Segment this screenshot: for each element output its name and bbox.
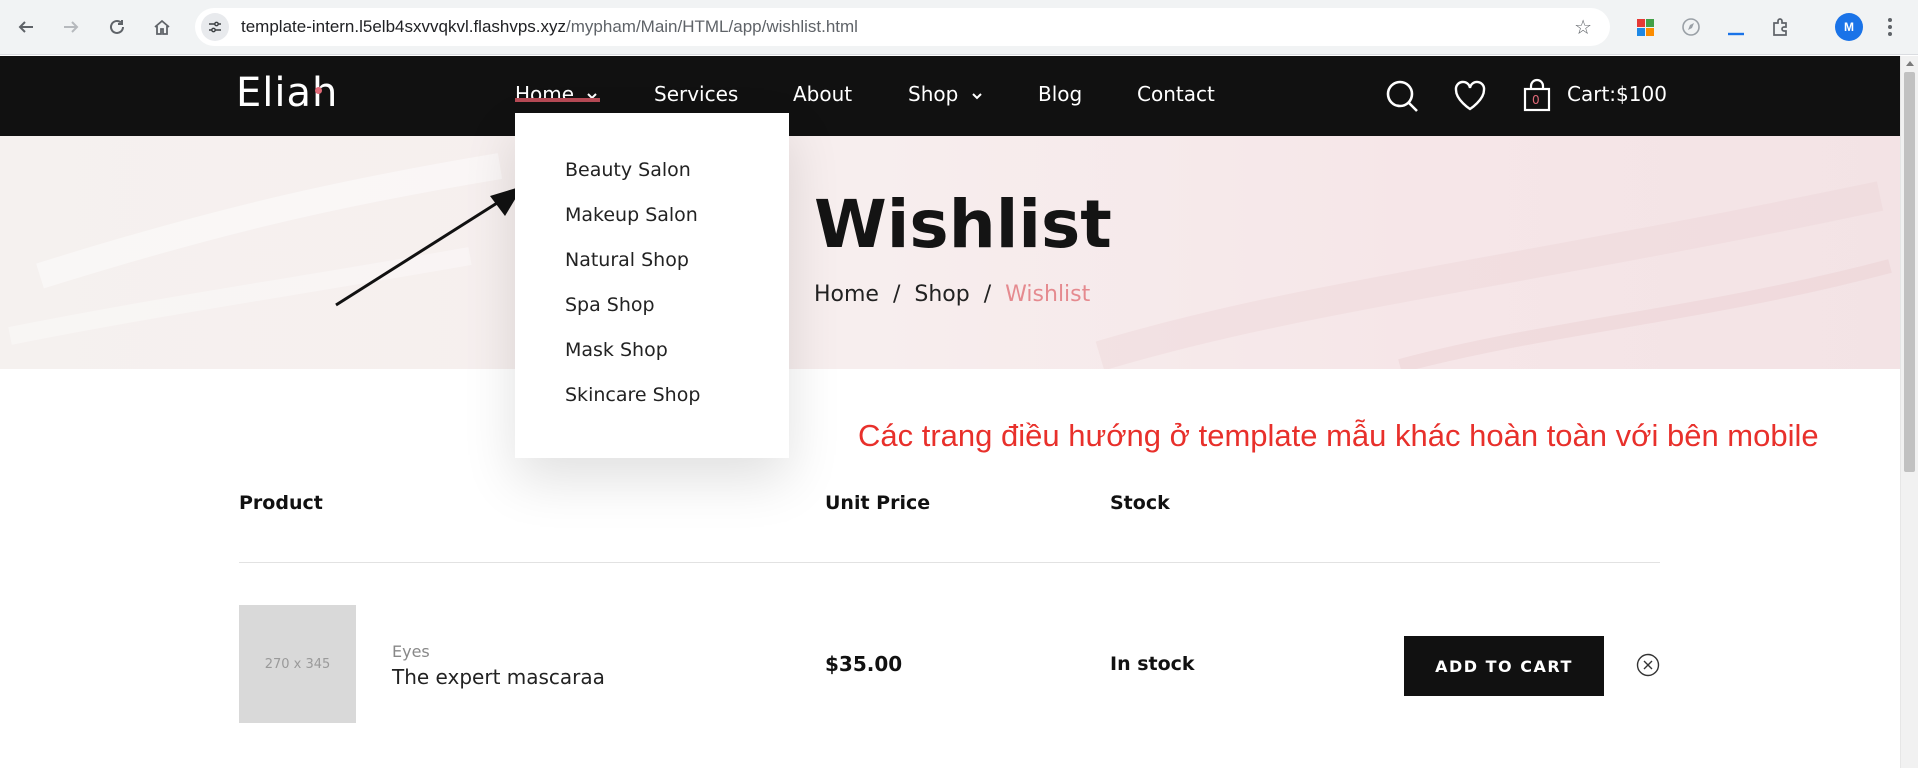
bookmark-star-icon[interactable]: ☆ bbox=[1574, 15, 1592, 39]
stock-status: In stock bbox=[1110, 653, 1195, 675]
chevron-down-icon bbox=[971, 93, 982, 100]
compass-extension-icon[interactable] bbox=[1677, 13, 1705, 41]
forward-icon[interactable] bbox=[57, 13, 85, 41]
product-name[interactable]: The expert mascaraa bbox=[392, 665, 605, 689]
column-header-unit-price: Unit Price bbox=[825, 492, 931, 514]
site-header: Eliah Home Services About Shop Blog Cont… bbox=[0, 56, 1900, 136]
column-header-product: Product bbox=[239, 492, 323, 514]
scroll-thumb[interactable] bbox=[1904, 72, 1915, 472]
product-category[interactable]: Eyes bbox=[392, 642, 430, 661]
dropdown-item-beauty-salon[interactable]: Beauty Salon bbox=[565, 159, 691, 181]
breadcrumb-shop[interactable]: Shop bbox=[914, 282, 969, 307]
dropdown-item-natural-shop[interactable]: Natural Shop bbox=[565, 249, 689, 271]
nav-shop[interactable]: Shop bbox=[908, 82, 983, 106]
product-thumbnail[interactable]: 270 x 345 bbox=[239, 605, 356, 723]
page-scrollbar[interactable] bbox=[1900, 56, 1918, 768]
nav-services[interactable]: Services bbox=[654, 82, 738, 106]
breadcrumb-separator: / bbox=[983, 282, 992, 307]
home-dropdown-menu: Beauty Salon Makeup Salon Natural Shop S… bbox=[515, 113, 789, 458]
nav-shop-label: Shop bbox=[908, 82, 959, 106]
add-to-cart-button[interactable]: ADD TO CART bbox=[1404, 636, 1604, 696]
dropdown-item-skincare-shop[interactable]: Skincare Shop bbox=[565, 384, 700, 406]
back-icon[interactable] bbox=[12, 13, 40, 41]
breadcrumb-current: Wishlist bbox=[1005, 282, 1091, 307]
download-icon[interactable] bbox=[1722, 13, 1750, 41]
dropdown-item-mask-shop[interactable]: Mask Shop bbox=[565, 339, 668, 361]
breadcrumb: Home / Shop / Wishlist bbox=[814, 282, 1090, 307]
profile-avatar[interactable]: M bbox=[1835, 13, 1863, 41]
home-icon[interactable] bbox=[148, 13, 176, 41]
product-price: $35.00 bbox=[825, 652, 903, 676]
table-divider bbox=[239, 562, 1660, 563]
page-title: Wishlist bbox=[814, 186, 1112, 263]
address-bar[interactable]: template-intern.l5elb4sxvvqkvl.flashvps.… bbox=[195, 8, 1610, 46]
cart-count: 0 bbox=[1532, 93, 1540, 107]
column-header-stock: Stock bbox=[1110, 492, 1170, 514]
cart-total[interactable]: Cart:$100 bbox=[1567, 82, 1667, 106]
site-logo[interactable]: Eliah bbox=[236, 70, 338, 116]
nav-active-underline bbox=[515, 98, 600, 102]
reload-icon[interactable] bbox=[103, 13, 131, 41]
url-host: template-intern.l5elb4sxvvqkvl.flashvps.… bbox=[241, 17, 567, 36]
dropdown-item-spa-shop[interactable]: Spa Shop bbox=[565, 294, 655, 316]
annotation-arrow bbox=[335, 186, 523, 307]
nav-contact[interactable]: Contact bbox=[1137, 82, 1215, 106]
browser-toolbar: template-intern.l5elb4sxvvqkvl.flashvps.… bbox=[0, 0, 1918, 55]
nav-about[interactable]: About bbox=[793, 82, 852, 106]
site-settings-icon[interactable] bbox=[201, 13, 229, 41]
logo-dot bbox=[315, 87, 322, 94]
nav-home-label: Home bbox=[515, 82, 575, 106]
url-text: template-intern.l5elb4sxvvqkvl.flashvps.… bbox=[241, 17, 858, 37]
puzzle-icon[interactable] bbox=[1767, 13, 1795, 41]
page-hero: Wishlist Home / Shop / Wishlist bbox=[0, 136, 1900, 369]
extension-icon[interactable] bbox=[1632, 13, 1660, 41]
url-path: /mypham/Main/HTML/app/wishlist.html bbox=[566, 17, 858, 36]
thumbnail-placeholder-text: 270 x 345 bbox=[264, 656, 331, 672]
nav-home[interactable]: Home bbox=[515, 82, 598, 106]
dropdown-item-makeup-salon[interactable]: Makeup Salon bbox=[565, 204, 698, 226]
scroll-up-arrow[interactable] bbox=[1906, 61, 1914, 66]
breadcrumb-home[interactable]: Home bbox=[814, 282, 879, 307]
breadcrumb-separator: / bbox=[892, 282, 901, 307]
browser-menu-icon[interactable] bbox=[1880, 13, 1900, 41]
nav-blog[interactable]: Blog bbox=[1038, 82, 1082, 106]
annotation-note: Các trang điều hướng ở template mẫu khác… bbox=[858, 418, 1819, 453]
heart-icon[interactable] bbox=[1450, 76, 1490, 116]
shopping-bag-icon[interactable]: 0 bbox=[1518, 76, 1558, 116]
search-icon[interactable] bbox=[1382, 76, 1422, 116]
close-circle-icon[interactable] bbox=[1636, 653, 1660, 677]
